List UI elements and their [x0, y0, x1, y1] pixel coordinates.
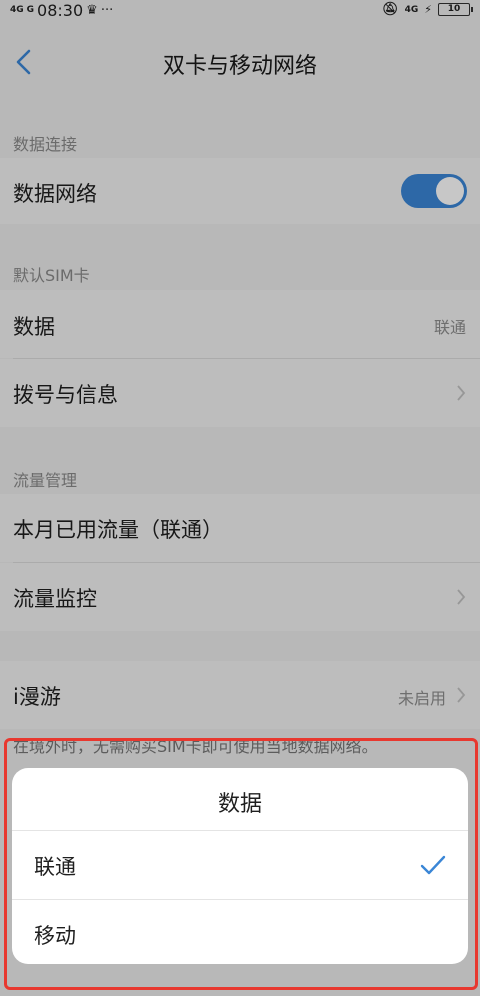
- annotation-highlight-box: [4, 738, 478, 990]
